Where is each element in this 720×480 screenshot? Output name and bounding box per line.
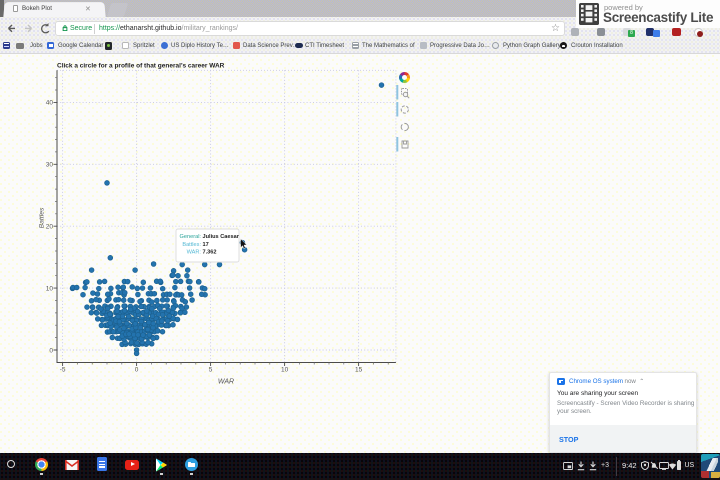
svg-text:0: 0: [49, 347, 53, 354]
svg-text:40: 40: [46, 100, 54, 107]
svg-text:WAR: WAR: [218, 379, 234, 386]
svg-text:0: 0: [135, 367, 139, 374]
svg-text:5: 5: [209, 367, 213, 374]
svg-text:10: 10: [281, 367, 289, 374]
svg-text:WAR:: WAR:: [187, 250, 202, 256]
svg-text:17: 17: [203, 242, 209, 248]
svg-text:7.362: 7.362: [203, 250, 217, 256]
svg-text:20: 20: [46, 224, 54, 231]
svg-text:10: 10: [46, 285, 54, 292]
svg-text:Battles: Battles: [39, 207, 46, 228]
svg-text:Click a circle for a profile o: Click a circle for a profile of that gen…: [57, 63, 225, 70]
svg-text:-5: -5: [60, 367, 66, 374]
svg-text:15: 15: [355, 367, 363, 374]
svg-text:30: 30: [46, 162, 54, 169]
svg-text:General:: General:: [180, 234, 202, 240]
svg-text:Julius Caesar: Julius Caesar: [203, 234, 240, 240]
svg-text:Battles:: Battles:: [182, 242, 201, 248]
